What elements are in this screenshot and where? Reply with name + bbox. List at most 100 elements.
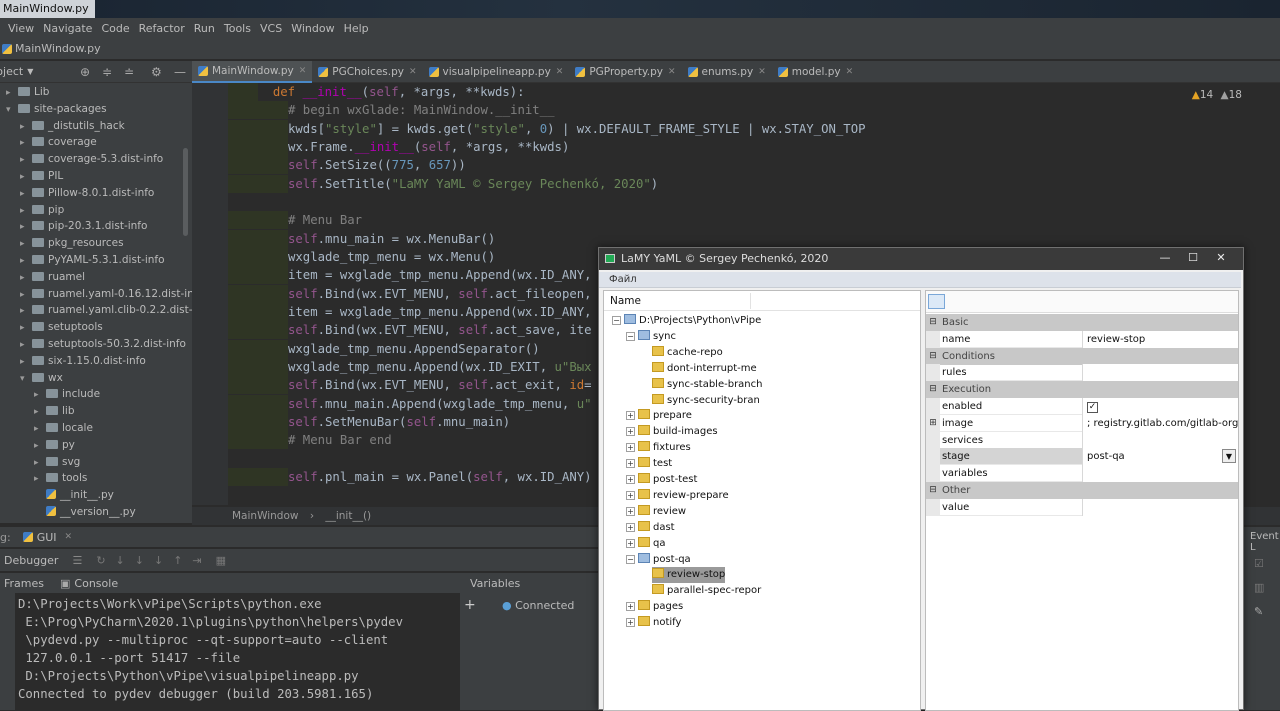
property-value[interactable]: review-stop [1082, 330, 1238, 348]
property-row[interactable]: stage post-qa ▼ [926, 448, 1238, 466]
pipeline-tree-item[interactable]: cache-repo [652, 345, 723, 361]
property-value[interactable]: ✓ [1082, 398, 1238, 415]
tree-item[interactable]: ▸ py [34, 437, 75, 454]
menu-vcs[interactable]: VCS [260, 22, 282, 35]
force-step-into-icon[interactable]: ↓ [154, 554, 163, 567]
step-into-my-code-icon[interactable]: ↓ [135, 554, 144, 567]
chevron-down-icon[interactable]: ▾ [20, 371, 32, 388]
tree-item[interactable]: ▸ include [34, 386, 100, 403]
pipeline-tree-item[interactable]: + review [626, 504, 686, 520]
tree-item[interactable]: ▾ wx [20, 370, 63, 387]
breadcrumb-class[interactable]: MainWindow [232, 510, 298, 522]
chevron-right-icon[interactable]: ▸ [20, 270, 32, 287]
project-view-selector[interactable]: roject [0, 65, 23, 78]
tree-item[interactable]: ▸ lib [34, 403, 75, 420]
tree-item[interactable]: ▸ ruamel.yaml.clib-0.2.2.dist-info [20, 302, 192, 319]
chevron-down-icon[interactable]: ▼ [27, 67, 33, 76]
property-category[interactable]: ⊟ Conditions [926, 347, 1238, 365]
collapse-icon[interactable]: − [612, 316, 621, 325]
expand-icon[interactable]: + [626, 427, 635, 437]
close-icon[interactable]: ✕ [758, 61, 766, 83]
collapse-icon[interactable]: ⊟ [926, 314, 940, 331]
property-category[interactable]: ⊟ Other [926, 482, 1238, 499]
inspection-widget[interactable]: ▲14 ▲18 [1192, 89, 1242, 101]
pipeline-tree-item[interactable]: + pages [626, 599, 683, 615]
console-layout-icon[interactable]: ☰ [72, 554, 82, 567]
chevron-right-icon[interactable]: ▸ [34, 455, 46, 472]
tree-item[interactable]: ▸ _distutils_hack [20, 118, 125, 135]
tree-item[interactable]: ▸ locale [34, 420, 93, 437]
pipeline-tree-item[interactable]: + prepare [626, 408, 692, 424]
minimize-button[interactable]: — [1151, 248, 1179, 268]
menu-refactor[interactable]: Refactor [139, 22, 185, 35]
pipeline-tree-item[interactable]: + test [626, 456, 672, 472]
property-category[interactable]: ⊟ Execution [926, 381, 1238, 399]
expand-icon[interactable]: + [626, 522, 635, 532]
chevron-right-icon[interactable]: ▸ [6, 85, 18, 102]
expand-icon[interactable]: + [626, 411, 635, 421]
menu-tools[interactable]: Tools [224, 22, 251, 35]
minimize-icon[interactable]: — [174, 65, 186, 79]
chevron-right-icon[interactable]: ▸ [34, 404, 46, 421]
expand-icon[interactable]: + [626, 618, 635, 628]
pipeline-tree-item[interactable]: + qa [626, 536, 665, 552]
expand-icon[interactable]: + [626, 490, 635, 500]
step-into-icon[interactable]: ↓ [116, 554, 125, 567]
editor-tab[interactable]: model.py ✕ [772, 61, 859, 83]
property-category[interactable]: ⊟ Basic [926, 314, 1238, 331]
tree-item[interactable]: ▾ site-packages [6, 101, 107, 118]
collapse-all-icon[interactable]: ≐ [124, 65, 134, 79]
chevron-right-icon[interactable]: ▸ [34, 387, 46, 404]
nav-file[interactable]: MainWindow.py [15, 42, 101, 55]
menu-window[interactable]: Window [291, 22, 334, 35]
expand-icon[interactable]: + [626, 602, 635, 612]
pipeline-tree-item[interactable]: parallel-spec-repor [652, 583, 761, 599]
close-icon[interactable]: ✕ [668, 61, 676, 83]
property-row[interactable]: name review-stop [926, 330, 1238, 348]
expand-icon[interactable]: + [626, 475, 635, 484]
collapse-icon[interactable]: − [626, 554, 635, 564]
tree-item[interactable]: ▸ pip-20.3.1.dist-info [20, 218, 147, 235]
tree-item[interactable]: ▸ pkg_resources [20, 235, 124, 252]
property-row[interactable]: variables [926, 465, 1238, 483]
pipeline-tree-item[interactable]: + post-test [626, 472, 697, 488]
run-to-cursor-icon[interactable]: ⇥ [192, 554, 201, 567]
collapse-icon[interactable]: ⊟ [926, 482, 940, 499]
chevron-right-icon[interactable]: ▸ [20, 219, 32, 236]
close-icon[interactable]: ✕ [409, 61, 417, 83]
pipeline-tree-item[interactable]: + dast [626, 520, 675, 536]
chevron-right-icon[interactable]: ▸ [20, 354, 32, 371]
tree-item[interactable]: ▸ setuptools-50.3.2.dist-info [20, 336, 186, 353]
property-row[interactable]: rules [926, 364, 1238, 382]
chevron-right-icon[interactable]: ▸ [20, 119, 32, 136]
pipeline-tree[interactable]: Name − D:\Projects\Python\vPipe − sync cache… [603, 290, 921, 711]
pipeline-tree-item[interactable]: dont-interrupt-me [652, 361, 757, 377]
breadcrumb-method[interactable]: __init__() [325, 510, 371, 522]
pipeline-tree-item[interactable]: + review-prepare [626, 488, 729, 504]
pipeline-tree-item[interactable]: sync-security-bran [652, 393, 760, 409]
collapse-icon[interactable]: − [626, 331, 635, 341]
property-row[interactable]: ⊞ image ; registry.gitlab.com/gitlab-org/g… [926, 414, 1238, 432]
close-button[interactable]: ✕ [1207, 248, 1235, 268]
menu-help[interactable]: Help [344, 22, 369, 35]
evaluate-icon[interactable]: ▦ [216, 554, 226, 567]
chevron-right-icon[interactable]: ▸ [20, 236, 32, 253]
chevron-right-icon[interactable]: ▸ [34, 421, 46, 438]
expand-icon[interactable]: + [626, 459, 635, 469]
project-scrollbar[interactable] [183, 148, 188, 236]
pipeline-tree-item[interactable]: − sync [626, 329, 676, 345]
collapse-icon[interactable]: ⊟ [926, 381, 940, 399]
tree-item[interactable]: ▸ pip [20, 202, 64, 219]
maximize-button[interactable]: ☐ [1179, 248, 1207, 268]
check-icon[interactable]: ☑ [1254, 557, 1264, 570]
close-icon[interactable]: ✕ [65, 532, 73, 542]
chevron-down-icon[interactable]: ▾ [6, 102, 18, 119]
debugger-tab[interactable]: Debugger [4, 554, 58, 567]
pipeline-tree-item[interactable]: + fixtures [626, 440, 691, 456]
step-out-icon[interactable]: ↑ [173, 554, 182, 567]
chevron-right-icon[interactable]: ▸ [20, 203, 32, 220]
chevron-right-icon[interactable]: ▸ [34, 471, 46, 488]
menu-file[interactable]: Файл [609, 274, 637, 285]
pipeline-tree-item[interactable]: sync-stable-branch [652, 377, 762, 393]
expand-icon[interactable]: ⊞ [926, 414, 940, 432]
